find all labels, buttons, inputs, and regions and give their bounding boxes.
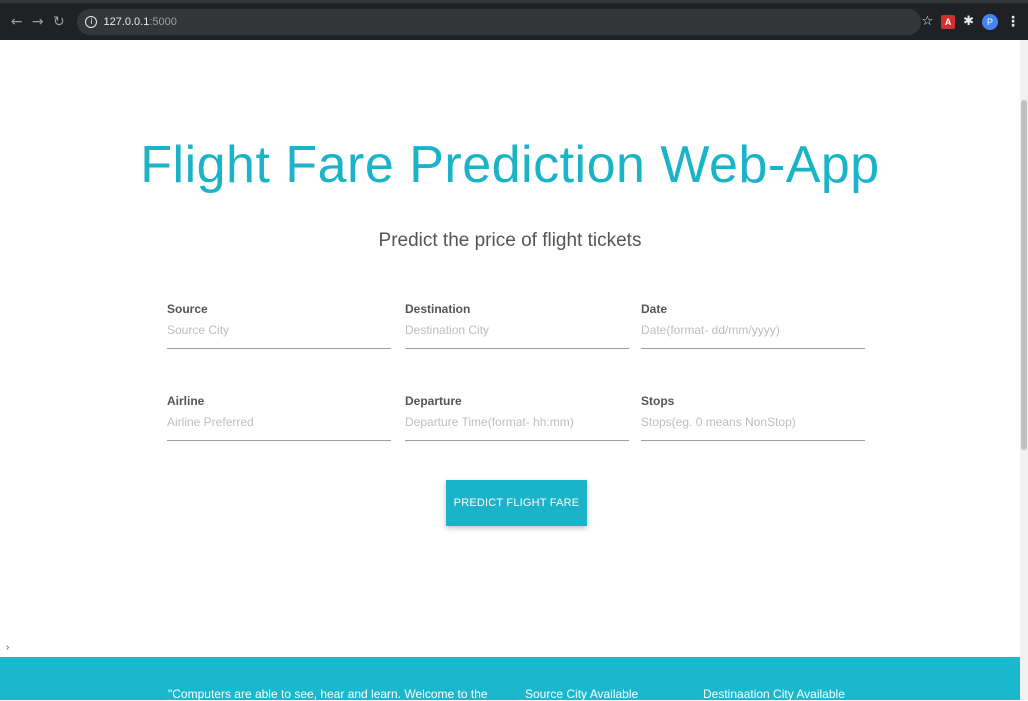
stops-field: Stops — [641, 394, 865, 441]
page-content: Flight Fare Prediction Web-App Predict t… — [0, 40, 1020, 701]
info-icon[interactable]: i — [85, 15, 98, 28]
url-host: 127.0.0.1 — [103, 15, 150, 28]
stops-label: Stops — [641, 394, 675, 408]
pdf-extension-icon[interactable]: A — [941, 14, 956, 29]
departure-label: Departure — [405, 394, 462, 408]
address-bar[interactable]: i 127.0.0.1:5000 — [77, 8, 922, 35]
destination-label: Destination — [405, 302, 471, 316]
footer: "Computers are able to see, hear and lea… — [0, 657, 1020, 701]
date-field: Date — [641, 302, 865, 349]
reload-icon[interactable]: ↻ — [50, 14, 67, 30]
kebab-menu-icon[interactable]: ⋮ — [1006, 14, 1020, 30]
airline-input[interactable] — [167, 413, 391, 441]
departure-input[interactable] — [405, 413, 629, 441]
date-label: Date — [641, 302, 668, 316]
destination-field: Destination — [405, 302, 629, 349]
predict-flight-fare-button[interactable]: PREDICT FLIGHT FARE — [446, 480, 587, 526]
page-subtitle: Predict the price of flight tickets — [378, 230, 642, 251]
scrollbar[interactable] — [1020, 40, 1028, 700]
browser-toolbar: ← → ↻ i 127.0.0.1:5000 ☆ A ✱ P ⋮ — [0, 0, 1028, 40]
source-input[interactable] — [167, 321, 391, 349]
footer-destination-heading: Destinaation City Available — [703, 687, 845, 701]
bookmark-star-icon[interactable]: ☆ — [921, 14, 933, 29]
stops-input[interactable] — [641, 413, 865, 441]
toolbar-right: ☆ A ✱ P ⋮ — [921, 13, 1020, 30]
destination-input[interactable] — [405, 321, 629, 349]
footer-quote: "Computers are able to see, hear and lea… — [168, 687, 488, 701]
page-title: Flight Fare Prediction Web-App — [140, 136, 880, 194]
profile-avatar[interactable]: P — [982, 13, 998, 30]
source-label: Source — [167, 302, 208, 316]
airline-field: Airline — [167, 394, 391, 441]
forward-arrow-icon[interactable]: → — [29, 14, 46, 30]
footer-source-heading: Source City Available — [525, 687, 639, 701]
departure-field: Departure — [405, 394, 629, 441]
chevron-right-icon[interactable]: › — [6, 642, 9, 653]
date-input[interactable] — [641, 321, 865, 349]
extensions-puzzle-icon[interactable]: ✱ — [963, 14, 974, 29]
source-field: Source — [167, 302, 391, 349]
airline-label: Airline — [167, 394, 205, 408]
scrollbar-thumb[interactable] — [1021, 100, 1027, 450]
url-port: :5000 — [149, 15, 177, 28]
back-arrow-icon[interactable]: ← — [8, 14, 25, 30]
